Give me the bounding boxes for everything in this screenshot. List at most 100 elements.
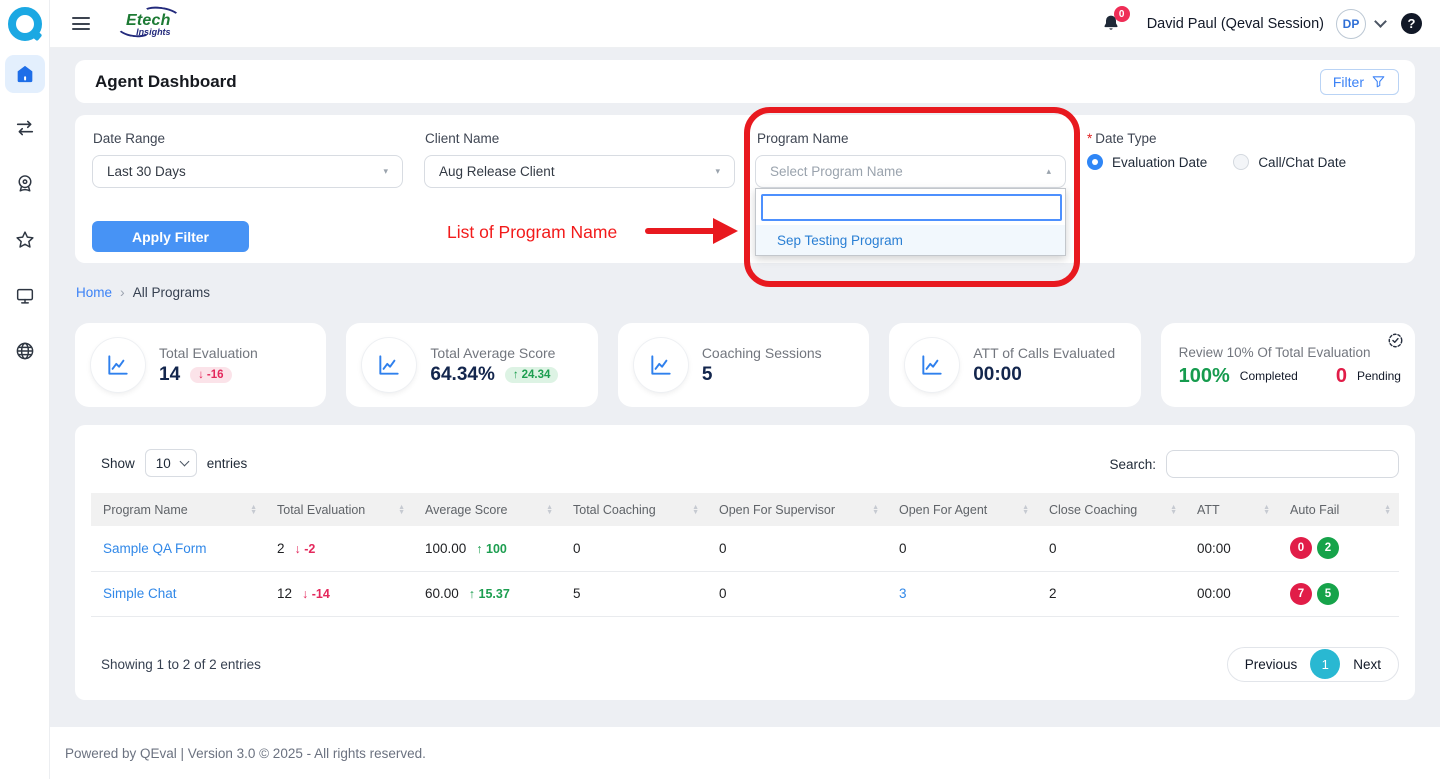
sidebar-item-global[interactable] [5, 332, 45, 370]
sort-icon[interactable] [1022, 505, 1029, 515]
chart-line-icon [91, 338, 145, 392]
quality-badge-icon [14, 173, 36, 195]
sort-icon[interactable] [1384, 505, 1391, 515]
table-header-row: Program Name Total Evaluation Average Sc… [91, 493, 1399, 526]
auto-fail-green-badge[interactable]: 5 [1317, 583, 1339, 605]
chart-line-icon [634, 338, 688, 392]
sidebar-item-favorites[interactable] [5, 221, 45, 259]
stat-value: 5 [702, 364, 713, 386]
program-name-label: Program Name [757, 131, 849, 146]
column-header[interactable]: Open For Agent [887, 493, 1037, 526]
chevron-down-icon[interactable] [1374, 15, 1387, 28]
down-arrow-icon [302, 587, 308, 601]
program-name-dropdown: Sep Testing Program [755, 188, 1066, 256]
table-row: Simple Chat 12 -14 60.00 15.37 5 0 3 2 0… [91, 571, 1399, 616]
user-name: David Paul (Qeval Session) [1147, 16, 1324, 32]
sidebar-item-monitor[interactable] [5, 277, 45, 315]
column-header[interactable]: Total Coaching [561, 493, 707, 526]
stat-card-att: ATT of Calls Evaluated 00:00 [889, 323, 1140, 407]
menu-toggle-button[interactable] [72, 17, 90, 30]
notifications-button[interactable]: 0 [1101, 13, 1121, 34]
up-arrow-icon [513, 369, 519, 381]
column-header[interactable]: Program Name [91, 493, 265, 526]
review-pending-value: 0 [1336, 365, 1347, 388]
date-range-select[interactable]: Last 30 Days ▾ [92, 155, 403, 188]
radio-call-chat-date[interactable] [1233, 154, 1249, 170]
user-avatar[interactable]: DP [1336, 9, 1366, 39]
auto-fail-red-badge[interactable]: 0 [1290, 537, 1312, 559]
breadcrumb-current: All Programs [133, 285, 210, 300]
up-arrow-icon [469, 587, 475, 601]
caret-up-icon: ▴ [1046, 166, 1051, 177]
sort-icon[interactable] [1170, 505, 1177, 515]
review-history-icon[interactable] [1387, 332, 1404, 349]
column-header[interactable]: Open For Supervisor [707, 493, 887, 526]
help-button[interactable]: ? [1401, 13, 1422, 34]
table-search: Search: [1109, 450, 1399, 478]
caret-down-icon: ▾ [715, 166, 720, 177]
sort-icon[interactable] [872, 505, 879, 515]
entries-label: entries [207, 456, 248, 471]
chart-line-icon [905, 338, 959, 392]
cell-value: 0 [707, 571, 887, 616]
sidebar-item-transfer[interactable] [5, 109, 45, 147]
program-search-input[interactable] [761, 194, 1062, 221]
open-for-agent-link[interactable]: 3 [899, 586, 907, 601]
cell-value: 0 [887, 526, 1037, 571]
auto-fail-green-badge[interactable]: 2 [1317, 537, 1339, 559]
apply-filter-button[interactable]: Apply Filter [92, 221, 249, 252]
down-arrow-icon [198, 369, 204, 381]
pagination: Previous 1 Next [1227, 647, 1399, 682]
brand-secondary: Insights [126, 28, 171, 37]
breadcrumb: Home › All Programs [76, 284, 210, 300]
auto-fail-red-badge[interactable]: 7 [1290, 583, 1312, 605]
sort-icon[interactable] [692, 505, 699, 515]
page-size-select[interactable]: 10 [145, 449, 197, 477]
chart-line-icon [362, 338, 416, 392]
footer-text: Powered by QEval | Version 3.0 © 2025 - … [65, 746, 426, 761]
stat-label: ATT of Calls Evaluated [973, 345, 1115, 361]
search-input[interactable] [1166, 450, 1399, 478]
next-page-button[interactable]: Next [1340, 657, 1394, 672]
program-name-link[interactable]: Sample QA Form [91, 526, 265, 571]
cell-value: 12 [277, 586, 292, 601]
radio-evaluation-date[interactable] [1087, 154, 1103, 170]
radio-evaluation-date-label[interactable]: Evaluation Date [1112, 155, 1207, 170]
sort-icon[interactable] [250, 505, 257, 515]
radio-call-chat-date-label[interactable]: Call/Chat Date [1258, 155, 1346, 170]
sort-icon[interactable] [1263, 505, 1270, 515]
page-footer: Powered by QEval | Version 3.0 © 2025 - … [50, 727, 1440, 779]
program-name-select[interactable]: Select Program Name ▴ [755, 155, 1066, 188]
program-name-link[interactable]: Simple Chat [91, 571, 265, 616]
filter-button[interactable]: Filter [1320, 69, 1399, 95]
date-type-label: *Date Type [1087, 131, 1157, 146]
topbar: Etech Insights 0 David Paul (Qeval Sessi… [50, 0, 1440, 48]
stat-delta: 24.34 [522, 369, 551, 381]
column-header[interactable]: Total Evaluation [265, 493, 413, 526]
client-name-label: Client Name [425, 131, 499, 146]
program-name-placeholder: Select Program Name [770, 164, 903, 179]
stat-cards-row: Total Evaluation 14 -16 Total Average Sc… [75, 323, 1415, 407]
client-name-select[interactable]: Aug Release Client ▾ [424, 155, 735, 188]
star-icon [14, 229, 36, 251]
programs-table-card: Show 10 entries Search: Program Name Tot… [75, 425, 1415, 700]
column-header[interactable]: ATT [1185, 493, 1278, 526]
notification-badge: 0 [1114, 6, 1130, 22]
sidebar [0, 0, 50, 779]
qeval-logo-icon[interactable] [8, 7, 42, 41]
etech-insights-logo[interactable]: Etech Insights [120, 9, 181, 39]
review-pending-label: Pending [1357, 369, 1401, 383]
column-header[interactable]: Auto Fail [1278, 493, 1399, 526]
column-header[interactable]: Close Coaching [1037, 493, 1185, 526]
sidebar-item-quality[interactable] [5, 165, 45, 203]
cell-value: 00:00 [1185, 571, 1278, 616]
breadcrumb-home-link[interactable]: Home [76, 285, 112, 300]
column-header[interactable]: Average Score [413, 493, 561, 526]
sidebar-item-home[interactable] [5, 55, 45, 93]
previous-page-button[interactable]: Previous [1232, 657, 1311, 672]
sort-icon[interactable] [546, 505, 553, 515]
page-size-value: 10 [156, 456, 171, 471]
current-page-button[interactable]: 1 [1310, 649, 1340, 679]
program-option[interactable]: Sep Testing Program [756, 225, 1065, 255]
sort-icon[interactable] [398, 505, 405, 515]
